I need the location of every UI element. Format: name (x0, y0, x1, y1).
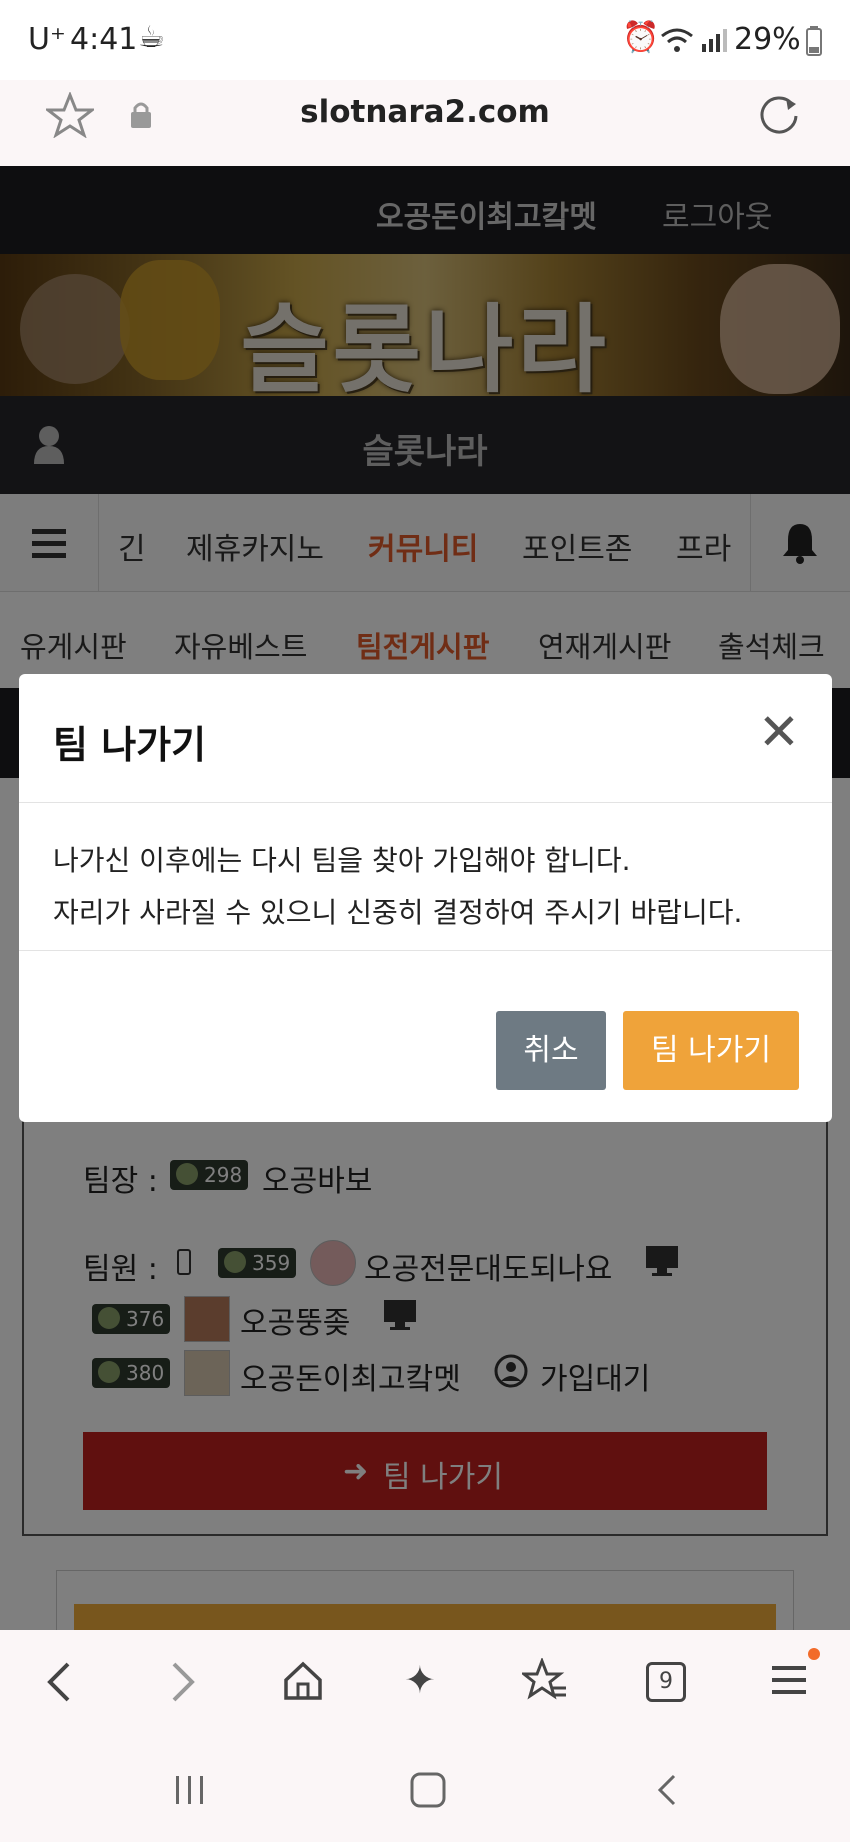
home-icon[interactable] (282, 1660, 324, 1702)
url-text[interactable]: slotnara2.com (0, 94, 850, 130)
home-button-icon[interactable] (408, 1770, 448, 1810)
battery-percent: 29% (734, 22, 801, 57)
status-time: 4:41 (70, 22, 138, 57)
modal-title: 팀 나가기 (53, 723, 207, 767)
leave-team-modal: 팀 나가기 ✕ 나가신 이후에는 다시 팀을 찾아 가입해야 합니다. 자리가 … (19, 674, 832, 1122)
coffee-icon: ☕ (138, 20, 165, 55)
alarm-icon: ⏰ (622, 20, 660, 55)
browser-toolbar: ✦ 9 (0, 1630, 850, 1742)
close-icon[interactable]: ✕ (751, 704, 807, 760)
reload-icon[interactable] (756, 92, 802, 138)
forward-icon[interactable] (168, 1660, 198, 1704)
modal-header: 팀 나가기 ✕ (19, 674, 832, 803)
confirm-leave-team-button[interactable]: 팀 나가기 (623, 1011, 799, 1090)
wifi-icon (661, 28, 693, 52)
modal-message-line: 나가신 이후에는 다시 팀을 찾아 가입해야 합니다. (53, 844, 631, 877)
status-bar: U⁺ 4:41 ☕ ⏰ 29% (0, 0, 850, 80)
modal-message-line: 자리가 사라질 수 있으니 신중히 결정하여 주시기 바랍니다. (53, 896, 743, 929)
bookmarks-icon[interactable] (522, 1658, 568, 1702)
sparkle-icon[interactable]: ✦ (404, 1658, 436, 1702)
menu-icon[interactable] (770, 1662, 810, 1700)
battery-icon (806, 26, 822, 56)
cancel-button[interactable]: 취소 (496, 1011, 606, 1090)
recents-icon[interactable] (172, 1772, 208, 1808)
carrier-label: U⁺ (28, 22, 66, 57)
system-back-icon[interactable] (652, 1772, 682, 1808)
back-icon[interactable] (44, 1660, 74, 1704)
system-nav-bar (0, 1742, 850, 1842)
modal-body: 나가신 이후에는 다시 팀을 찾아 가입해야 합니다. 자리가 사라질 수 있으… (19, 803, 832, 951)
signal-icon (702, 29, 727, 52)
tabs-icon[interactable]: 9 (646, 1662, 686, 1702)
notification-dot (808, 1648, 820, 1660)
